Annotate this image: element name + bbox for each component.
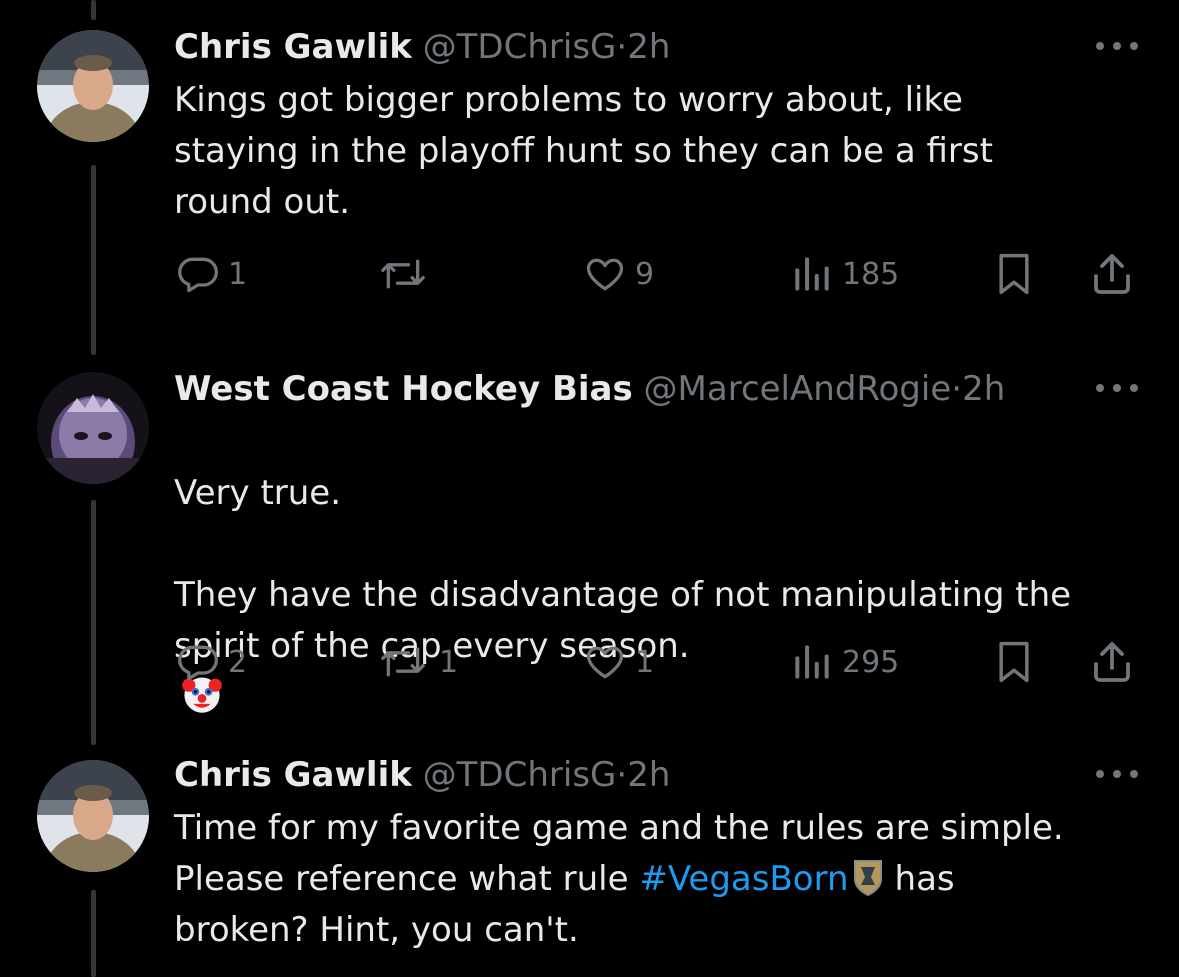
retweet-button[interactable] — [375, 250, 439, 298]
bookmark-icon — [999, 253, 1029, 295]
hashtag-link[interactable]: #VegasBorn — [639, 859, 848, 899]
retweet-icon — [381, 647, 425, 677]
like-count: 9 — [635, 256, 655, 292]
separator-dot: · — [616, 755, 628, 795]
heart-icon — [586, 258, 624, 291]
like-button[interactable]: 1 — [583, 638, 654, 686]
views-icon — [795, 257, 829, 291]
display-name[interactable]: Chris Gawlik — [174, 755, 412, 795]
like-button[interactable]: 9 — [583, 250, 654, 298]
view-count: 185 — [842, 256, 900, 292]
tweet-text-segment: has — [894, 859, 955, 899]
tweet-actions: 2 1 1 295 — [0, 638, 1179, 686]
thread-line-top — [91, 0, 96, 20]
avatar[interactable] — [37, 760, 149, 872]
more-options-button[interactable] — [1096, 770, 1138, 780]
share-button[interactable] — [1088, 638, 1136, 686]
retweet-icon — [381, 259, 425, 289]
reply-count: 2 — [228, 644, 248, 680]
timestamp[interactable]: 2h — [962, 369, 1005, 409]
separator-dot: · — [616, 27, 628, 67]
display-name[interactable]: West Coast Hockey Bias — [174, 369, 633, 409]
more-dot-icon — [1096, 384, 1104, 392]
more-dot-icon — [1113, 770, 1121, 778]
user-handle[interactable]: @TDChrisG — [423, 755, 617, 795]
more-dot-icon — [1130, 42, 1138, 50]
share-button[interactable] — [1088, 250, 1136, 298]
user-handle[interactable]: @TDChrisG — [423, 27, 617, 67]
tweet-actions: 1 9 185 — [0, 250, 1179, 298]
heart-icon — [586, 646, 624, 679]
more-dot-icon — [1113, 384, 1121, 392]
tweet-text-line: broken? Hint, you can't. — [174, 910, 579, 950]
separator-dot: · — [951, 369, 963, 409]
more-dot-icon — [1096, 770, 1104, 778]
tweet-text-segment: Please reference what rule — [174, 859, 640, 899]
views-button[interactable]: 185 — [790, 250, 899, 298]
avatar[interactable] — [37, 30, 149, 142]
timestamp[interactable]: 2h — [627, 27, 670, 67]
more-options-button[interactable] — [1096, 384, 1138, 394]
more-dot-icon — [1113, 42, 1121, 50]
share-icon — [1094, 254, 1130, 294]
more-dot-icon — [1096, 42, 1104, 50]
bookmark-button[interactable] — [992, 250, 1036, 298]
timestamp[interactable]: 2h — [627, 755, 670, 795]
bookmark-icon — [999, 641, 1029, 683]
thread-line-2 — [91, 500, 96, 745]
reply-icon — [178, 645, 218, 681]
views-icon — [795, 645, 829, 679]
retweet-button[interactable]: 1 — [375, 638, 458, 686]
thread-line-3 — [91, 890, 96, 977]
tweet-text-line: Time for my favorite game and the rules … — [174, 808, 1064, 848]
reply-icon — [178, 257, 218, 293]
reply-count: 1 — [228, 256, 248, 292]
display-name[interactable]: Chris Gawlik — [174, 27, 412, 67]
retweet-count: 1 — [439, 644, 459, 680]
tweet-text-line: Please reference what rule #VegasBorn has — [174, 854, 1064, 905]
reply-button[interactable]: 1 — [176, 250, 247, 298]
tweet-text: Time for my favorite game and the rules … — [174, 803, 1064, 956]
share-icon — [1094, 642, 1130, 682]
reply-button[interactable]: 2 — [176, 638, 247, 686]
views-button[interactable]: 295 — [790, 638, 899, 686]
avatar[interactable] — [37, 372, 149, 484]
view-count: 295 — [842, 644, 900, 680]
more-dot-icon — [1130, 770, 1138, 778]
more-dot-icon — [1130, 384, 1138, 392]
like-count: 1 — [635, 644, 655, 680]
vegas-golden-knights-logo — [853, 860, 882, 897]
tweet-text: Kings got bigger problems to worry about… — [174, 80, 993, 222]
bookmark-button[interactable] — [992, 638, 1036, 686]
more-options-button[interactable] — [1096, 42, 1138, 52]
user-handle[interactable]: @MarcelAndRogie — [644, 369, 952, 409]
